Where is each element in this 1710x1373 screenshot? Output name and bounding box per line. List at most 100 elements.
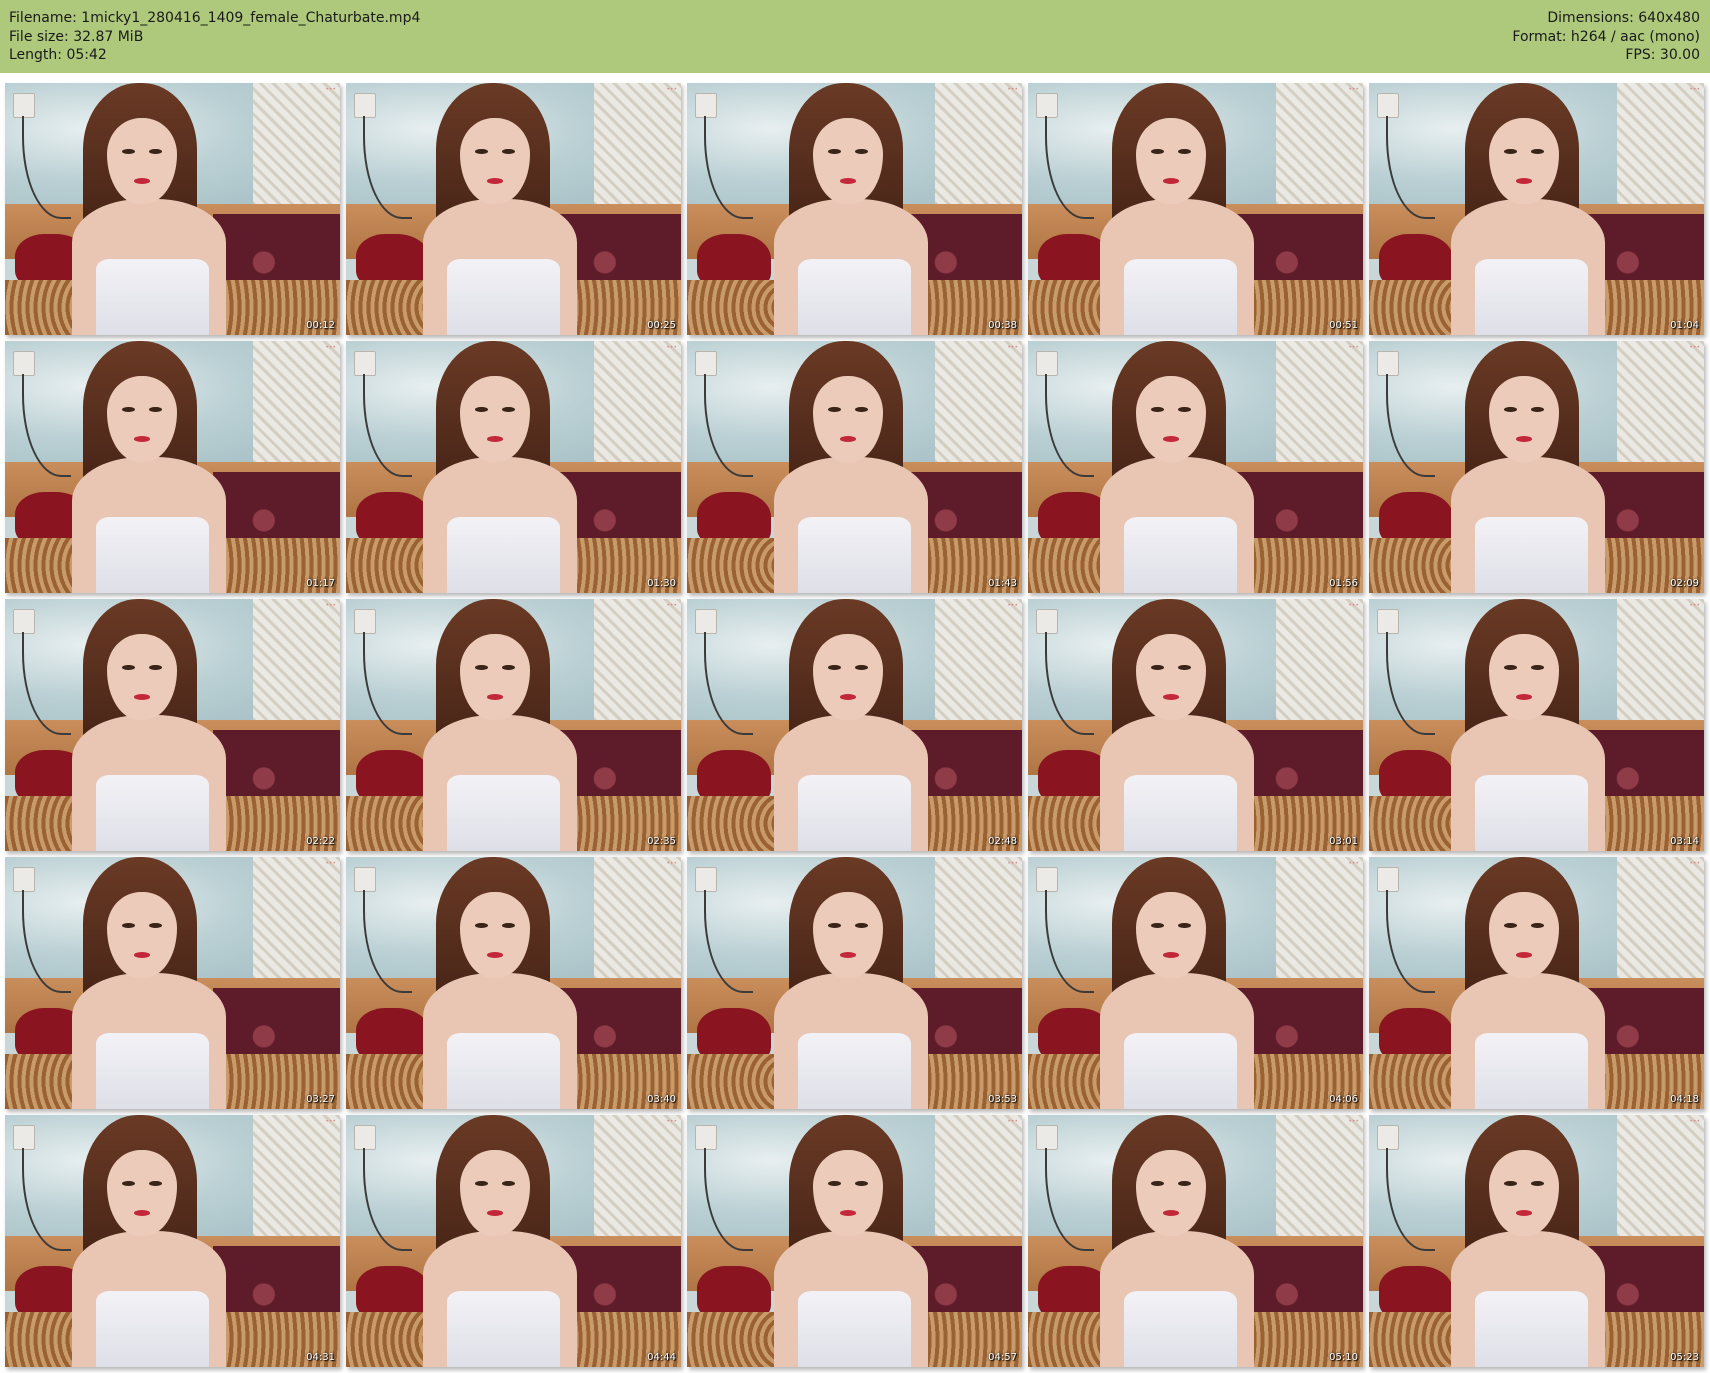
video-thumbnail: ••• 02:09 bbox=[1369, 341, 1704, 593]
lips bbox=[133, 1210, 151, 1217]
wall-outlet bbox=[1036, 1125, 1059, 1150]
eye bbox=[1151, 1181, 1165, 1187]
person-top bbox=[1123, 775, 1238, 851]
wall-outlet bbox=[354, 867, 377, 892]
person-top bbox=[1123, 1033, 1238, 1109]
thumbnail-timestamp: 02:48 bbox=[988, 836, 1017, 847]
fps-text: FPS: 30.00 bbox=[1625, 47, 1700, 63]
eye bbox=[502, 923, 515, 929]
eye bbox=[502, 407, 515, 413]
eye bbox=[475, 923, 489, 929]
filesize-text: File size: 32.87 MiB bbox=[9, 28, 144, 45]
lips bbox=[839, 952, 857, 959]
thumbnail-timestamp: 00:12 bbox=[306, 320, 335, 331]
eye bbox=[855, 923, 868, 929]
lips bbox=[486, 952, 504, 959]
eye bbox=[1531, 923, 1544, 929]
video-thumbnail: ••• 03:14 bbox=[1369, 599, 1704, 851]
video-thumbnail: ••• 01:17 bbox=[5, 341, 340, 593]
video-thumbnail: ••• 00:25 bbox=[346, 83, 681, 335]
person-top bbox=[446, 1033, 561, 1109]
watermark: ••• bbox=[1689, 86, 1700, 93]
eye bbox=[149, 407, 162, 413]
eye bbox=[1178, 149, 1191, 155]
eye bbox=[122, 149, 136, 155]
thumbnail-timestamp: 05:23 bbox=[1670, 1352, 1699, 1363]
video-thumbnail: ••• 04:06 bbox=[1028, 857, 1363, 1109]
thumbnail-timestamp: 04:44 bbox=[647, 1352, 676, 1363]
lips bbox=[1515, 1210, 1533, 1217]
wall-outlet bbox=[354, 609, 377, 634]
watermark: ••• bbox=[1007, 344, 1018, 351]
person-top bbox=[797, 775, 912, 851]
eye bbox=[502, 1181, 515, 1187]
eye bbox=[1504, 149, 1518, 155]
video-thumbnail: ••• 01:04 bbox=[1369, 83, 1704, 335]
eye bbox=[475, 1181, 489, 1187]
thumbnail-timestamp: 00:51 bbox=[1329, 320, 1358, 331]
person-top bbox=[1123, 259, 1238, 335]
person-top bbox=[95, 775, 210, 851]
eye bbox=[122, 665, 136, 671]
person-top bbox=[95, 259, 210, 335]
person-top bbox=[1474, 775, 1589, 851]
wall-outlet bbox=[695, 93, 718, 118]
lips bbox=[133, 178, 151, 185]
thumbnail-timestamp: 03:01 bbox=[1329, 836, 1358, 847]
wall-outlet bbox=[695, 867, 718, 892]
person-top bbox=[95, 1033, 210, 1109]
eye bbox=[1531, 407, 1544, 413]
watermark: ••• bbox=[1007, 602, 1018, 609]
eye bbox=[828, 665, 842, 671]
wall-outlet bbox=[695, 1125, 718, 1150]
eye bbox=[122, 923, 136, 929]
eye bbox=[1504, 407, 1518, 413]
wall-outlet bbox=[1036, 867, 1059, 892]
lips bbox=[839, 178, 857, 185]
thumbnail-timestamp: 04:31 bbox=[306, 1352, 335, 1363]
eye bbox=[1151, 923, 1165, 929]
lips bbox=[133, 694, 151, 701]
lips bbox=[839, 694, 857, 701]
watermark: ••• bbox=[325, 1118, 336, 1125]
wall-outlet bbox=[1377, 93, 1400, 118]
watermark: ••• bbox=[1348, 860, 1359, 867]
wall-outlet bbox=[695, 351, 718, 376]
watermark: ••• bbox=[1689, 344, 1700, 351]
watermark: ••• bbox=[1348, 344, 1359, 351]
thumbnail-timestamp: 03:27 bbox=[306, 1094, 335, 1105]
lips bbox=[1515, 694, 1533, 701]
eye bbox=[122, 407, 136, 413]
lips bbox=[1515, 952, 1533, 959]
person-top bbox=[446, 1291, 561, 1367]
watermark: ••• bbox=[1348, 1118, 1359, 1125]
lips bbox=[1162, 436, 1180, 443]
eye bbox=[855, 1181, 868, 1187]
format-text: Format: h264 / aac (mono) bbox=[1512, 28, 1700, 45]
watermark: ••• bbox=[325, 860, 336, 867]
watermark: ••• bbox=[325, 344, 336, 351]
watermark: ••• bbox=[1007, 86, 1018, 93]
thumbnail-timestamp: 01:04 bbox=[1670, 320, 1699, 331]
eye bbox=[828, 407, 842, 413]
video-thumbnail: ••• 03:01 bbox=[1028, 599, 1363, 851]
dimensions-text: Dimensions: 640x480 bbox=[1547, 10, 1700, 26]
lips bbox=[486, 178, 504, 185]
video-thumbnail: ••• 04:31 bbox=[5, 1115, 340, 1367]
eye bbox=[1178, 1181, 1191, 1187]
wall-outlet bbox=[695, 609, 718, 634]
video-thumbnail: ••• 01:56 bbox=[1028, 341, 1363, 593]
thumbnail-timestamp: 00:25 bbox=[647, 320, 676, 331]
eye bbox=[1151, 407, 1165, 413]
thumbnail-timestamp: 02:35 bbox=[647, 836, 676, 847]
watermark: ••• bbox=[325, 86, 336, 93]
eye bbox=[1151, 665, 1165, 671]
video-thumbnail: ••• 03:40 bbox=[346, 857, 681, 1109]
watermark: ••• bbox=[1689, 602, 1700, 609]
eye bbox=[1531, 1181, 1544, 1187]
person-top bbox=[797, 517, 912, 593]
person-top bbox=[1474, 259, 1589, 335]
file-info: Filename: 1micky1_280416_1409_female_Cha… bbox=[9, 9, 420, 65]
video-thumbnail: ••• 00:12 bbox=[5, 83, 340, 335]
person-top bbox=[797, 1291, 912, 1367]
